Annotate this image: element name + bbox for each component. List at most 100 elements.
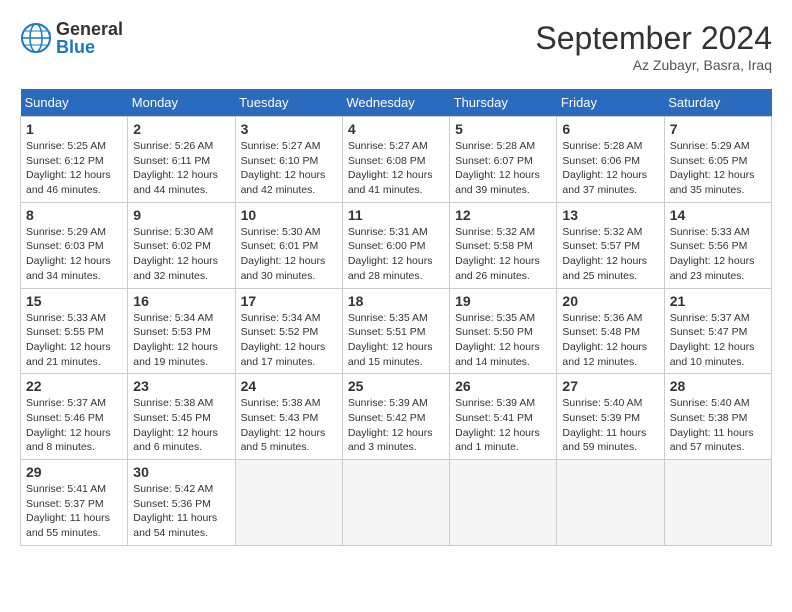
- logo-globe-icon: [20, 22, 52, 54]
- week-row-4: 22 Sunrise: 5:37 AMSunset: 5:46 PMDayligh…: [21, 374, 772, 460]
- day-number: 8: [26, 207, 122, 223]
- day-number: 23: [133, 378, 229, 394]
- cell-info: Sunrise: 5:38 AMSunset: 5:45 PMDaylight:…: [133, 396, 229, 455]
- cell-info: Sunrise: 5:29 AMSunset: 6:03 PMDaylight:…: [26, 225, 122, 284]
- day-number: 21: [670, 293, 766, 309]
- calendar-cell: 24Sunrise: 5:38 AMSunset: 5:43 PMDayligh…: [235, 374, 342, 460]
- month-title: September 2024: [535, 20, 772, 57]
- calendar-cell: 28 Sunrise: 5:40 AMSunset: 5:38 PMDayligh…: [664, 374, 771, 460]
- calendar-cell: 12 Sunrise: 5:32 AMSunset: 5:58 PMDayligh…: [450, 202, 557, 288]
- week-row-2: 8 Sunrise: 5:29 AMSunset: 6:03 PMDaylight…: [21, 202, 772, 288]
- cell-info: Sunrise: 5:39 AMSunset: 5:41 PMDaylight:…: [455, 396, 551, 455]
- calendar-cell: 2 Sunrise: 5:26 AMSunset: 6:11 PMDaylight…: [128, 117, 235, 203]
- calendar-cell: 18 Sunrise: 5:35 AMSunset: 5:51 PMDayligh…: [342, 288, 449, 374]
- calendar-cell: 11 Sunrise: 5:31 AMSunset: 6:00 PMDayligh…: [342, 202, 449, 288]
- calendar-cell: 15 Sunrise: 5:33 AMSunset: 5:55 PMDayligh…: [21, 288, 128, 374]
- calendar-cell: 4Sunrise: 5:27 AMSunset: 6:08 PMDaylight…: [342, 117, 449, 203]
- calendar-cell: 8 Sunrise: 5:29 AMSunset: 6:03 PMDaylight…: [21, 202, 128, 288]
- calendar-cell: 14Sunrise: 5:33 AMSunset: 5:56 PMDayligh…: [664, 202, 771, 288]
- calendar-cell: 3 Sunrise: 5:27 AMSunset: 6:10 PMDaylight…: [235, 117, 342, 203]
- week-row-3: 15 Sunrise: 5:33 AMSunset: 5:55 PMDayligh…: [21, 288, 772, 374]
- day-header-thursday: Thursday: [450, 89, 557, 117]
- week-row-1: 1Sunrise: 5:25 AMSunset: 6:12 PMDaylight…: [21, 117, 772, 203]
- cell-info: Sunrise: 5:33 AMSunset: 5:55 PMDaylight:…: [26, 311, 122, 370]
- calendar-cell: 21 Sunrise: 5:37 AMSunset: 5:47 PMDayligh…: [664, 288, 771, 374]
- day-header-saturday: Saturday: [664, 89, 771, 117]
- day-header-monday: Monday: [128, 89, 235, 117]
- week-row-5: 29 Sunrise: 5:41 AMSunset: 5:37 PMDayligh…: [21, 460, 772, 546]
- day-number: 19: [455, 293, 551, 309]
- cell-info: Sunrise: 5:30 AMSunset: 6:01 PMDaylight:…: [241, 225, 337, 284]
- cell-info: Sunrise: 5:41 AMSunset: 5:37 PMDaylight:…: [26, 482, 122, 541]
- day-number: 9: [133, 207, 229, 223]
- day-header-wednesday: Wednesday: [342, 89, 449, 117]
- calendar-cell: 23 Sunrise: 5:38 AMSunset: 5:45 PMDayligh…: [128, 374, 235, 460]
- cell-info: Sunrise: 5:32 AMSunset: 5:57 PMDaylight:…: [562, 225, 658, 284]
- cell-info: Sunrise: 5:38 AMSunset: 5:43 PMDaylight:…: [241, 396, 337, 455]
- calendar-cell: 26 Sunrise: 5:39 AMSunset: 5:41 PMDayligh…: [450, 374, 557, 460]
- day-number: 27: [562, 378, 658, 394]
- calendar-cell: 29 Sunrise: 5:41 AMSunset: 5:37 PMDayligh…: [21, 460, 128, 546]
- day-number: 26: [455, 378, 551, 394]
- cell-info: Sunrise: 5:39 AMSunset: 5:42 PMDaylight:…: [348, 396, 444, 455]
- cell-info: Sunrise: 5:40 AMSunset: 5:38 PMDaylight:…: [670, 396, 766, 455]
- calendar-cell: [664, 460, 771, 546]
- cell-info: Sunrise: 5:36 AMSunset: 5:48 PMDaylight:…: [562, 311, 658, 370]
- day-number: 10: [241, 207, 337, 223]
- logo-general: General: [56, 20, 123, 38]
- title-block: September 2024 Az Zubayr, Basra, Iraq: [535, 20, 772, 73]
- location: Az Zubayr, Basra, Iraq: [535, 57, 772, 73]
- calendar-cell: 10 Sunrise: 5:30 AMSunset: 6:01 PMDayligh…: [235, 202, 342, 288]
- calendar-cell: [342, 460, 449, 546]
- day-number: 6: [562, 121, 658, 137]
- day-number: 13: [562, 207, 658, 223]
- cell-info: Sunrise: 5:29 AMSunset: 6:05 PMDaylight:…: [670, 139, 766, 198]
- day-header-friday: Friday: [557, 89, 664, 117]
- day-header-tuesday: Tuesday: [235, 89, 342, 117]
- day-number: 20: [562, 293, 658, 309]
- calendar-cell: 9 Sunrise: 5:30 AMSunset: 6:02 PMDaylight…: [128, 202, 235, 288]
- cell-info: Sunrise: 5:37 AMSunset: 5:46 PMDaylight:…: [26, 396, 122, 455]
- calendar-cell: [450, 460, 557, 546]
- day-number: 25: [348, 378, 444, 394]
- day-number: 3: [241, 121, 337, 137]
- cell-info: Sunrise: 5:27 AMSunset: 6:10 PMDaylight:…: [241, 139, 337, 198]
- cell-info: Sunrise: 5:42 AMSunset: 5:36 PMDaylight:…: [133, 482, 229, 541]
- calendar-cell: 1Sunrise: 5:25 AMSunset: 6:12 PMDaylight…: [21, 117, 128, 203]
- day-number: 1: [26, 121, 122, 137]
- day-number: 29: [26, 464, 122, 480]
- cell-info: Sunrise: 5:37 AMSunset: 5:47 PMDaylight:…: [670, 311, 766, 370]
- calendar-cell: 22 Sunrise: 5:37 AMSunset: 5:46 PMDayligh…: [21, 374, 128, 460]
- day-number: 15: [26, 293, 122, 309]
- day-number: 30: [133, 464, 229, 480]
- logo-wrapper: General Blue: [20, 20, 123, 56]
- day-number: 2: [133, 121, 229, 137]
- cell-info: Sunrise: 5:35 AMSunset: 5:51 PMDaylight:…: [348, 311, 444, 370]
- calendar-cell: 27 Sunrise: 5:40 AMSunset: 5:39 PMDayligh…: [557, 374, 664, 460]
- calendar-cell: 30 Sunrise: 5:42 AMSunset: 5:36 PMDayligh…: [128, 460, 235, 546]
- day-number: 18: [348, 293, 444, 309]
- day-header-sunday: Sunday: [21, 89, 128, 117]
- day-number: 11: [348, 207, 444, 223]
- logo-blue: Blue: [56, 38, 123, 56]
- day-number: 22: [26, 378, 122, 394]
- cell-info: Sunrise: 5:30 AMSunset: 6:02 PMDaylight:…: [133, 225, 229, 284]
- cell-info: Sunrise: 5:32 AMSunset: 5:58 PMDaylight:…: [455, 225, 551, 284]
- cell-info: Sunrise: 5:26 AMSunset: 6:11 PMDaylight:…: [133, 139, 229, 198]
- calendar-cell: 20 Sunrise: 5:36 AMSunset: 5:48 PMDayligh…: [557, 288, 664, 374]
- day-number: 7: [670, 121, 766, 137]
- calendar-cell: 25 Sunrise: 5:39 AMSunset: 5:42 PMDayligh…: [342, 374, 449, 460]
- calendar-table: SundayMondayTuesdayWednesdayThursdayFrid…: [20, 89, 772, 546]
- page-header: General Blue September 2024 Az Zubayr, B…: [20, 20, 772, 73]
- calendar-cell: 19Sunrise: 5:35 AMSunset: 5:50 PMDayligh…: [450, 288, 557, 374]
- day-number: 12: [455, 207, 551, 223]
- cell-info: Sunrise: 5:34 AMSunset: 5:52 PMDaylight:…: [241, 311, 337, 370]
- day-number: 28: [670, 378, 766, 394]
- cell-info: Sunrise: 5:31 AMSunset: 6:00 PMDaylight:…: [348, 225, 444, 284]
- cell-info: Sunrise: 5:40 AMSunset: 5:39 PMDaylight:…: [562, 396, 658, 455]
- cell-info: Sunrise: 5:28 AMSunset: 6:06 PMDaylight:…: [562, 139, 658, 198]
- day-number: 16: [133, 293, 229, 309]
- day-number: 14: [670, 207, 766, 223]
- cell-info: Sunrise: 5:28 AMSunset: 6:07 PMDaylight:…: [455, 139, 551, 198]
- calendar-cell: 13 Sunrise: 5:32 AMSunset: 5:57 PMDayligh…: [557, 202, 664, 288]
